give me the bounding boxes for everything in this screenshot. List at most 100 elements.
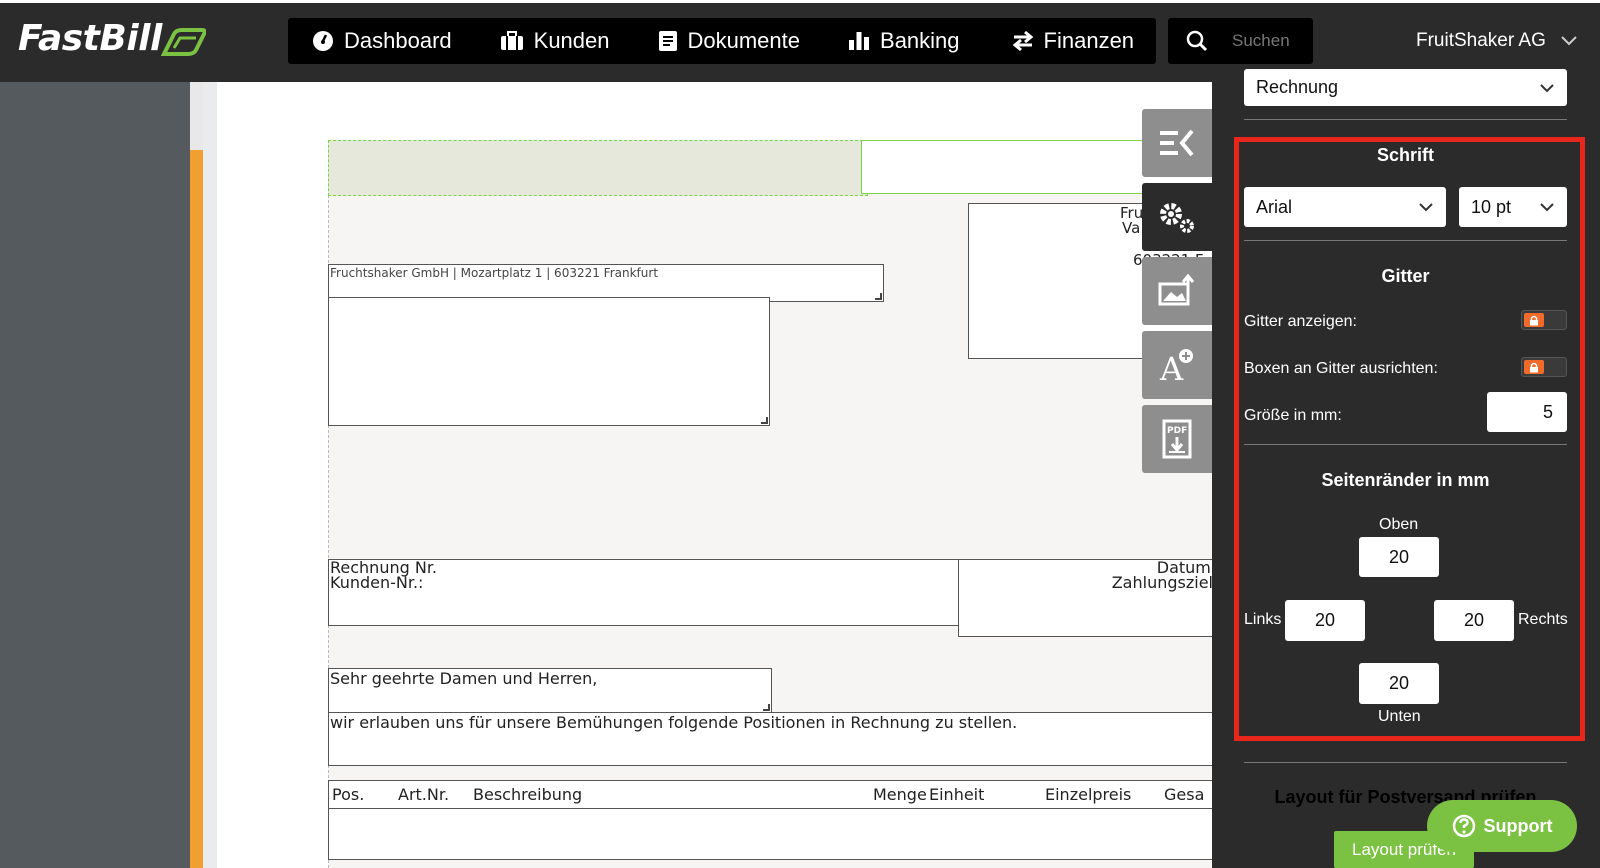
grid-section-heading: Gitter (1381, 266, 1430, 286)
divider (1244, 119, 1567, 120)
grid-size-input[interactable] (1487, 392, 1567, 432)
svg-text:PDF: PDF (1167, 426, 1187, 436)
main-nav: Dashboard Kunden Dokumente Banking Finan… (288, 18, 1156, 64)
left-sidebar-background (0, 82, 190, 868)
transfer-arrows-icon (1012, 30, 1033, 52)
column-header: Einheit (929, 785, 985, 804)
support-button[interactable]: Support (1427, 800, 1577, 852)
divider (1244, 444, 1567, 445)
column-header: Einzelpreis (1045, 785, 1132, 804)
chevron-down-icon (1419, 203, 1433, 212)
bar-chart-icon (849, 32, 870, 50)
chevron-down-icon (1540, 83, 1554, 92)
nav-kunden-label: Kunden (533, 28, 610, 53)
margin-right-input[interactable] (1434, 600, 1514, 641)
document-type-select[interactable]: Rechnung (1244, 69, 1567, 106)
vertical-scrollbar-track[interactable] (190, 82, 203, 868)
search-box (1168, 18, 1313, 64)
nav-finanzen[interactable]: Finanzen (1012, 18, 1135, 64)
recipient-address-box[interactable] (328, 297, 770, 426)
column-header: Pos. (332, 785, 365, 804)
customer-number-label: Kunden-Nr.: (330, 573, 424, 592)
divider (1244, 240, 1567, 241)
app-logo[interactable]: FastBill (18, 18, 162, 59)
briefcase-icon (500, 31, 523, 50)
font-section-heading: Schrift (1376, 145, 1434, 165)
collapse-panel-icon (1160, 129, 1194, 157)
scrollbar-thumb[interactable] (190, 82, 203, 150)
positions-table-body[interactable] (328, 808, 1218, 860)
font-family-value: Arial (1256, 196, 1293, 217)
sender-line-text: Fruchtshaker GmbH | Mozartplatz 1 | 6032… (330, 266, 659, 280)
document-type-value: Rechnung (1256, 77, 1339, 97)
greeting-box[interactable]: Sehr geehrte Damen und Herren, (328, 668, 772, 713)
sender-info-line: Va (1122, 219, 1141, 237)
image-upload-button[interactable] (1142, 257, 1212, 325)
company-switcher[interactable]: FruitShaker AG (1416, 30, 1578, 52)
column-header: Gesa (1164, 785, 1205, 804)
invoice-info-box[interactable]: Rechnung Nr. Kunden-Nr.: (328, 559, 960, 626)
font-family-select[interactable]: Arial (1244, 187, 1446, 227)
margins-section-heading: Seitenränder in mm (1321, 470, 1490, 490)
lock-icon (1524, 360, 1544, 374)
editor-gutter (203, 82, 217, 868)
intro-text: wir erlauben uns für unsere Bemühungen f… (330, 713, 1018, 732)
header-drop-zone[interactable] (328, 140, 868, 196)
margin-top-input[interactable] (1359, 537, 1439, 577)
show-grid-label: Gitter anzeigen: (1244, 313, 1357, 330)
pdf-download-button[interactable]: PDF (1142, 405, 1212, 473)
grid-size-label: Größe in mm: (1244, 407, 1342, 424)
chevron-down-icon (1561, 36, 1577, 46)
font-size-value: 10 pt (1471, 196, 1512, 217)
nav-dokumente-label: Dokumente (687, 28, 801, 53)
nav-banking[interactable]: Banking (848, 18, 960, 64)
invoice-date-box[interactable]: Datum: 01.0 Zahlungsziel: sofo (958, 559, 1218, 637)
resize-handle-icon[interactable] (763, 704, 770, 711)
margin-bottom-input[interactable] (1359, 663, 1439, 704)
logo-mark-icon (160, 28, 206, 56)
search-icon[interactable] (1186, 30, 1208, 52)
divider (1244, 762, 1567, 763)
invoice-number-label: Rechnung Nr. (330, 558, 438, 577)
image-upload-icon (1158, 274, 1195, 306)
pdf-download-icon: PDF (1162, 419, 1192, 459)
help-circle-icon (1452, 814, 1475, 838)
settings-gears-icon (1160, 203, 1194, 233)
nav-banking-label: Banking (880, 28, 960, 53)
column-header: Art.Nr. (398, 785, 450, 804)
nav-dashboard-label: Dashboard (344, 28, 452, 53)
show-grid-toggle[interactable] (1521, 310, 1567, 330)
add-text-icon: A (1159, 349, 1193, 384)
dashboard-icon (313, 31, 333, 51)
collapse-panel-button[interactable] (1142, 109, 1212, 177)
intro-text-box[interactable]: wir erlauben uns für unsere Bemühungen f… (328, 712, 1218, 766)
column-header: Menge (873, 785, 927, 804)
nav-dokumente[interactable]: Dokumente (658, 18, 801, 64)
nav-finanzen-label: Finanzen (1043, 28, 1135, 53)
nav-kunden[interactable]: Kunden (500, 18, 610, 64)
support-label: Support (1483, 815, 1553, 836)
positions-table-header[interactable]: Pos. Art.Nr. Beschreibung Menge Einheit … (328, 780, 1218, 809)
margin-left-input[interactable] (1285, 600, 1365, 641)
nav-dashboard[interactable]: Dashboard (312, 18, 452, 64)
add-text-button[interactable]: A (1142, 331, 1212, 399)
snap-grid-toggle[interactable] (1521, 357, 1567, 377)
resize-handle-icon[interactable] (875, 293, 882, 300)
settings-button[interactable] (1142, 183, 1212, 251)
font-size-select[interactable]: 10 pt (1459, 187, 1567, 227)
top-edge (0, 0, 1600, 3)
lock-icon (1524, 313, 1544, 327)
margin-bottom-label: Unten (1378, 708, 1421, 725)
chevron-down-icon (1540, 203, 1554, 212)
margin-top-label: Oben (1379, 516, 1419, 533)
resize-handle-icon[interactable] (761, 417, 768, 424)
search-input[interactable] (1232, 31, 1312, 51)
company-name: FruitShaker AG (1416, 30, 1546, 51)
greeting-text: Sehr geehrte Damen und Herren, (330, 669, 598, 688)
snap-grid-label: Boxen an Gitter ausrichten: (1244, 360, 1438, 377)
margin-left-label: Links (1244, 611, 1282, 628)
highlight-frame (1234, 137, 1585, 741)
payment-terms-label: Zahlungsziel: sofo (1111, 573, 1218, 592)
margin-right-label: Rechts (1518, 611, 1568, 628)
document-icon (658, 31, 677, 51)
